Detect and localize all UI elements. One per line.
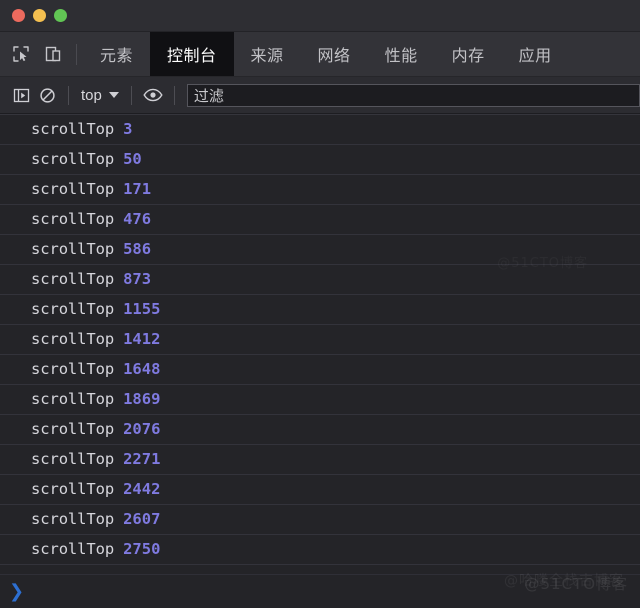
console-message-label: scrollTop (31, 509, 115, 528)
console-message-value: 1155 (123, 299, 161, 318)
console-message-row[interactable]: scrollTop 1155 (0, 295, 640, 325)
console-message-label: scrollTop (31, 269, 115, 288)
console-message-row[interactable]: scrollTop 873 (0, 265, 640, 295)
tab-network[interactable]: 网络 (301, 32, 368, 76)
console-message-value: 3 (123, 119, 133, 138)
console-message-label: scrollTop (31, 449, 115, 468)
devtools-tabs: 元素 控制台 来源 网络 性能 内存 应用 (83, 32, 640, 76)
console-message-label: scrollTop (31, 479, 115, 498)
console-message-row[interactable]: scrollTop 476 (0, 205, 640, 235)
console-message-row[interactable]: scrollTop 2442 (0, 475, 640, 505)
console-message-row[interactable]: scrollTop 2607 (0, 505, 640, 535)
console-message-row[interactable]: scrollTop 171 (0, 175, 640, 205)
console-message-row[interactable]: scrollTop 2750 (0, 535, 640, 565)
console-message-value: 2076 (123, 419, 161, 438)
device-toolbar-icon[interactable] (42, 43, 64, 65)
console-message-row[interactable]: scrollTop 2076 (0, 415, 640, 445)
console-message-label: scrollTop (31, 389, 115, 408)
tab-application-label: 应用 (518, 48, 552, 65)
console-message-value: 171 (123, 179, 152, 198)
console-message-label: scrollTop (31, 539, 115, 558)
console-context-label: top (81, 86, 102, 104)
console-message-label: scrollTop (31, 119, 115, 138)
minimize-window-button[interactable] (33, 9, 46, 22)
console-message-row[interactable]: scrollTop 50 (0, 145, 640, 175)
tab-application[interactable]: 应用 (502, 32, 569, 76)
console-filter-input[interactable]: 过滤 (186, 83, 640, 107)
tab-performance-label: 性能 (384, 48, 418, 65)
console-message-value: 586 (123, 239, 152, 258)
tab-elements-label: 元素 (100, 48, 134, 65)
tab-memory-label: 内存 (451, 48, 485, 65)
console-message-value: 1648 (123, 359, 161, 378)
console-message-value: 1412 (123, 329, 161, 348)
console-message-value: 2607 (123, 509, 161, 528)
tab-elements[interactable]: 元素 (83, 32, 150, 76)
console-message-value: 476 (123, 209, 152, 228)
clear-console-icon[interactable] (34, 82, 60, 108)
tab-sources[interactable]: 来源 (234, 32, 301, 76)
toolbar-divider-2 (130, 85, 132, 105)
console-toolbar: top 过滤 (0, 77, 640, 114)
console-sidebar-icon[interactable] (8, 82, 34, 108)
tabbar-divider (76, 43, 77, 65)
devtools-tool-icons (0, 32, 72, 76)
console-message-row[interactable]: scrollTop 2271 (0, 445, 640, 475)
tab-console-label: 控制台 (167, 48, 217, 65)
window-controls (12, 9, 67, 22)
console-prompt-row[interactable]: ❯ (0, 574, 640, 608)
prompt-chevron-icon: ❯ (9, 580, 25, 602)
console-message-row[interactable]: scrollTop 3 (0, 115, 640, 145)
console-message-value: 873 (123, 269, 152, 288)
devtools-window: 元素 控制台 来源 网络 性能 内存 应用 top 过滤 scrollTop 3… (0, 0, 640, 608)
console-filter-placeholder: 过滤 (193, 87, 224, 105)
console-message-label: scrollTop (31, 329, 115, 348)
console-message-list[interactable]: scrollTop 3 scrollTop 50 scrollTop 171 scrollT… (0, 114, 640, 574)
tab-network-label: 网络 (317, 48, 351, 65)
live-expression-eye-icon[interactable] (140, 82, 166, 108)
zoom-window-button[interactable] (54, 9, 67, 22)
console-message-row[interactable]: scrollTop 1869 (0, 385, 640, 415)
tab-sources-label: 来源 (250, 48, 284, 65)
console-message-label: scrollTop (31, 419, 115, 438)
console-message-label: scrollTop (31, 299, 115, 318)
close-window-button[interactable] (12, 9, 25, 22)
console-message-value: 2750 (123, 539, 161, 558)
console-message-label: scrollTop (31, 239, 115, 258)
console-message-value: 50 (123, 149, 142, 168)
tab-console[interactable]: 控制台 (150, 32, 234, 76)
window-titlebar (0, 0, 640, 32)
console-message-value: 1869 (123, 389, 161, 408)
toolbar-divider-1 (68, 85, 69, 105)
devtools-tabbar: 元素 控制台 来源 网络 性能 内存 应用 (0, 32, 640, 77)
chevron-down-icon (108, 92, 119, 98)
console-message-value: 2442 (123, 479, 161, 498)
toolbar-divider-3 (173, 85, 175, 105)
console-message-label: scrollTop (31, 149, 115, 168)
tab-performance[interactable]: 性能 (368, 32, 435, 76)
console-message-label: scrollTop (31, 209, 115, 228)
tab-memory[interactable]: 内存 (435, 32, 502, 76)
console-context-selector[interactable]: top (77, 87, 123, 104)
console-message-row[interactable]: scrollTop 1648 (0, 355, 640, 385)
console-message-row[interactable]: scrollTop 586 (0, 235, 640, 265)
console-message-label: scrollTop (31, 359, 115, 378)
console-message-value: 2271 (123, 449, 161, 468)
console-message-row[interactable]: scrollTop 1412 (0, 325, 640, 355)
console-message-label: scrollTop (31, 179, 115, 198)
inspect-element-icon[interactable] (10, 43, 32, 65)
